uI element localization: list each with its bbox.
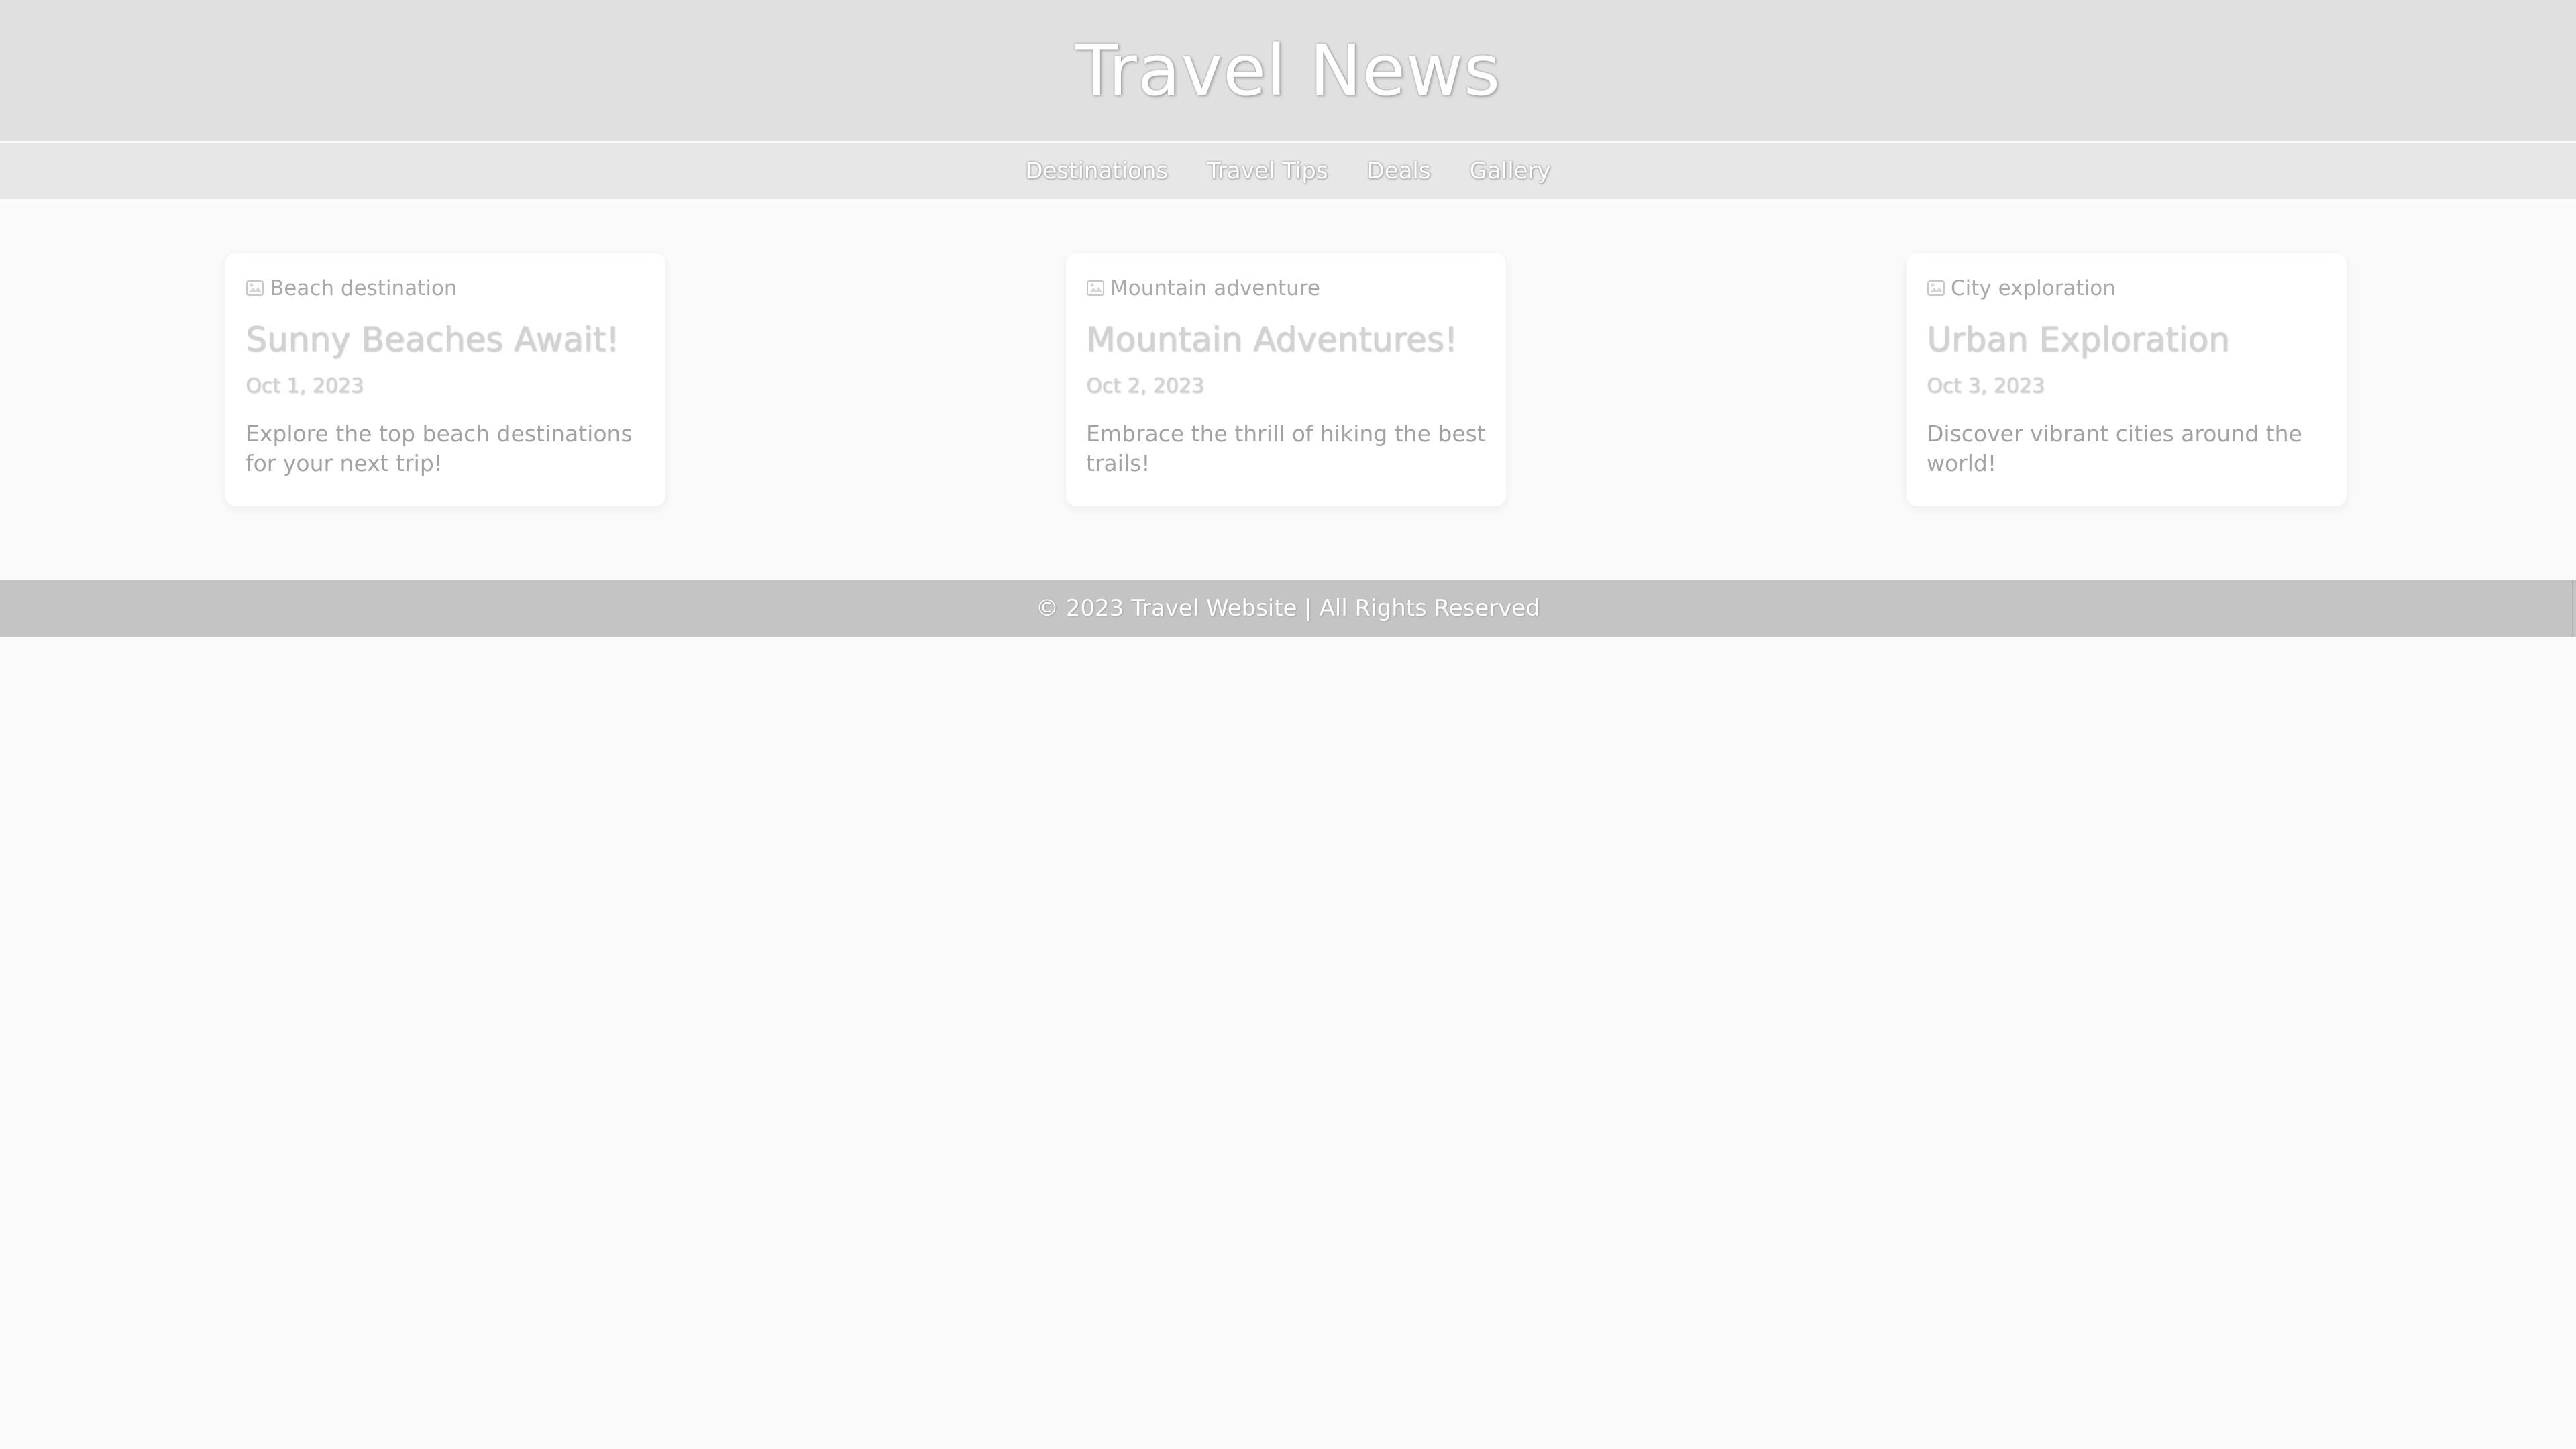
- article-card[interactable]: Mountain adventure Mountain Adventures! …: [1066, 253, 1506, 506]
- image-alt-text: Beach destination: [270, 276, 458, 301]
- scrollbar-edge: [2572, 580, 2573, 637]
- article-excerpt: Embrace the thrill of hiking the best tr…: [1086, 421, 1486, 476]
- image-alt-text: City exploration: [1951, 276, 2116, 301]
- article-excerpt: Discover vibrant cities around the world…: [1927, 421, 2302, 476]
- site-title: Travel News: [1075, 30, 1501, 111]
- broken-image-icon: [246, 279, 266, 298]
- broken-image-icon: [1927, 279, 1947, 298]
- article-date: Oct 3, 2023: [1927, 374, 2045, 398]
- article-image: Mountain adventure: [1086, 273, 1486, 304]
- article-image: Beach destination: [246, 273, 645, 304]
- nav-link-deals[interactable]: Deals: [1366, 158, 1430, 184]
- site-footer: © 2023 Travel Website | All Rights Reser…: [0, 580, 2576, 637]
- nav-link-destinations[interactable]: Destinations: [1025, 158, 1168, 184]
- article-card[interactable]: City exploration Urban Exploration Oct 3…: [1907, 253, 2347, 506]
- article-date: Oct 1, 2023: [246, 374, 364, 398]
- broken-image-icon: [1086, 279, 1106, 298]
- article-date: Oct 2, 2023: [1086, 374, 1204, 398]
- nav-link-gallery[interactable]: Gallery: [1470, 158, 1551, 184]
- footer-copyright: © 2023 Travel Website | All Rights Reser…: [1036, 595, 1540, 622]
- page: Travel News Destinations Travel Tips Dea…: [0, 0, 2576, 1449]
- article-excerpt: Explore the top beach destinations for y…: [246, 421, 633, 476]
- article-title[interactable]: Sunny Beaches Await!: [246, 321, 645, 358]
- article-card[interactable]: Beach destination Sunny Beaches Await! O…: [225, 253, 665, 506]
- article-title[interactable]: Mountain Adventures!: [1086, 321, 1486, 358]
- article-title[interactable]: Urban Exploration: [1927, 321, 2326, 358]
- site-header: Travel News: [0, 0, 2576, 141]
- nav-link-travel-tips[interactable]: Travel Tips: [1207, 158, 1328, 184]
- article-image: City exploration: [1927, 273, 2326, 304]
- main-nav: Destinations Travel Tips Deals Gallery: [0, 143, 2576, 199]
- image-alt-text: Mountain adventure: [1110, 276, 1320, 301]
- article-list: Beach destination Sunny Beaches Await! O…: [0, 199, 2576, 580]
